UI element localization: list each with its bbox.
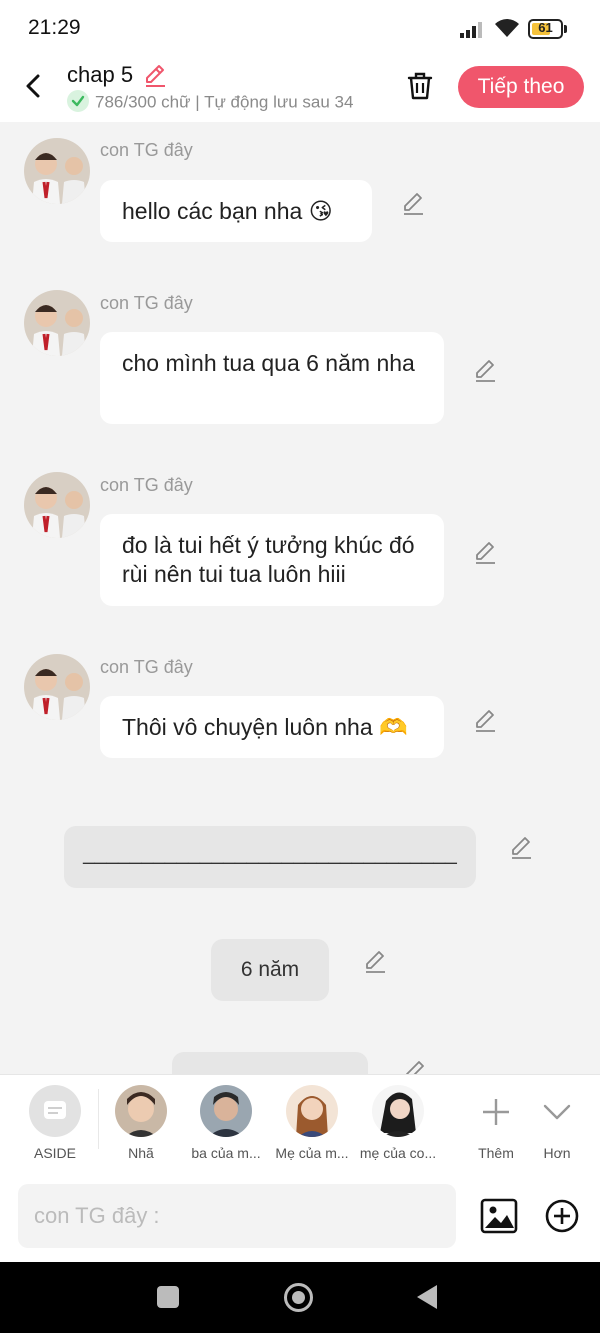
sender-name: con TG đây <box>100 293 193 313</box>
narration-bubble[interactable] <box>172 1052 368 1074</box>
narration-text: ________________________________ <box>83 842 457 865</box>
character-label: Mẹ của m... <box>275 1145 349 1161</box>
collapse-button[interactable]: Hơn <box>513 1085 600 1161</box>
avatar-ba <box>200 1085 252 1137</box>
avatar-nha <box>115 1085 167 1137</box>
narration-text: 6 năm <box>240 958 300 981</box>
message-input[interactable] <box>18 1184 456 1248</box>
aside-chat-icon <box>29 1085 81 1137</box>
trash-icon[interactable] <box>404 70 436 102</box>
home-icon[interactable] <box>284 1283 313 1312</box>
battery-icon: 61 <box>528 19 568 39</box>
status-time: 21:29 <box>28 16 81 39</box>
chat-area[interactable]: con TG đây hello các bạn nha 😘 con TG đâ… <box>0 122 600 1074</box>
character-nha[interactable]: Nhã <box>97 1085 185 1161</box>
back-icon[interactable] <box>18 70 50 102</box>
nav-back-icon[interactable] <box>417 1285 437 1309</box>
character-me-co[interactable]: mẹ của co... <box>354 1085 442 1161</box>
character-aside[interactable]: ASIDE <box>11 1085 99 1161</box>
title-group: chap 5 <box>67 62 168 88</box>
sender-name: con TG đây <box>100 657 193 677</box>
word-count-status: 786/300 chữ | Tự động lưu sau 34 <box>67 90 354 114</box>
message-text: đo là tui hết ý tưởng khúc đó rùi nên tu… <box>122 532 415 587</box>
character-label: mẹ của co... <box>359 1145 437 1161</box>
avatar-me <box>286 1085 338 1137</box>
narration-bubble[interactable]: ________________________________ <box>64 826 476 888</box>
character-ba[interactable]: ba của m... <box>182 1085 270 1161</box>
character-me[interactable]: Mẹ của m... <box>268 1085 356 1161</box>
edit-title-icon[interactable] <box>142 62 168 88</box>
sender-name: con TG đây <box>100 475 193 495</box>
next-button[interactable]: Tiếp theo <box>458 66 584 108</box>
sender-name: con TG đây <box>100 140 193 160</box>
signal-icon <box>460 22 482 38</box>
status-bar: 21:29 61 <box>0 0 600 58</box>
edit-narration-icon[interactable] <box>362 948 388 974</box>
message-bubble[interactable]: Thôi vô chuyện luôn nha 🫶 <box>100 696 444 758</box>
character-label: ba của m... <box>191 1145 261 1161</box>
character-bar: ASIDE Nhã ba của m... Mẹ của m... mẹ của… <box>0 1074 600 1172</box>
message-bubble[interactable]: hello các bạn nha 😘 <box>100 180 372 242</box>
edit-narration-icon[interactable] <box>508 834 534 860</box>
edit-message-icon[interactable] <box>400 190 426 216</box>
message-bubble[interactable]: đo là tui hết ý tưởng khúc đó rùi nên tu… <box>100 514 444 606</box>
avatar[interactable] <box>24 138 90 204</box>
avatar[interactable] <box>24 290 90 356</box>
wifi-icon <box>495 19 519 37</box>
word-count-text: 786/300 chữ | Tự động lưu sau 34 <box>95 92 354 112</box>
character-label: ASIDE <box>33 1145 76 1161</box>
system-nav-bar <box>0 1262 600 1333</box>
message-text: cho mình tua qua 6 năm nha <box>122 350 415 376</box>
battery-level: 61 <box>538 20 553 35</box>
recents-icon[interactable] <box>157 1286 179 1308</box>
image-icon[interactable] <box>480 1198 518 1234</box>
message-text: hello các bạn nha 😘 <box>122 198 333 224</box>
narration-bubble[interactable]: 6 năm <box>211 939 329 1001</box>
edit-message-icon[interactable] <box>472 539 498 565</box>
avatar[interactable] <box>24 472 90 538</box>
editor-header: chap 5 786/300 chữ | Tự động lưu sau 34 … <box>0 58 600 122</box>
collapse-label: Hơn <box>543 1145 571 1161</box>
edit-narration-icon[interactable] <box>402 1058 428 1074</box>
edit-message-icon[interactable] <box>472 357 498 383</box>
avatar[interactable] <box>24 654 90 720</box>
character-label: Nhã <box>128 1145 154 1161</box>
chapter-title[interactable]: chap 5 <box>67 62 133 88</box>
chevron-down-icon <box>543 1104 571 1120</box>
avatar-me-co <box>372 1085 424 1137</box>
input-bar <box>0 1172 600 1262</box>
message-text: Thôi vô chuyện luôn nha 🫶 <box>122 714 408 740</box>
check-icon <box>67 90 89 112</box>
add-circle-icon[interactable] <box>544 1198 580 1234</box>
edit-message-icon[interactable] <box>472 707 498 733</box>
message-bubble[interactable]: cho mình tua qua 6 năm nha <box>100 332 444 424</box>
